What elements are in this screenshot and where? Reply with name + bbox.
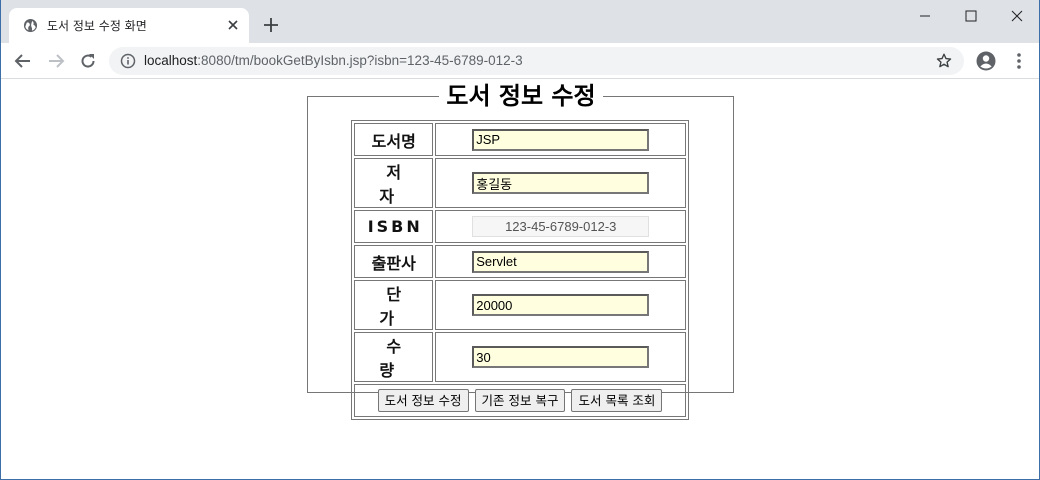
button-cell: 도서 정보 수정 기존 정보 복구 도서 목록 조회 xyxy=(354,384,686,417)
profile-icon[interactable] xyxy=(976,51,996,71)
plus-icon[interactable] xyxy=(263,17,279,33)
fieldset-top-right xyxy=(603,96,734,97)
quantity-input[interactable] xyxy=(472,346,650,368)
title-input[interactable] xyxy=(472,128,650,151)
reset-button[interactable]: 기존 정보 복구 xyxy=(474,389,566,412)
author-cell xyxy=(435,158,686,208)
author-input[interactable] xyxy=(472,172,650,194)
table-row: 도서 정보 수정 기존 정보 복구 도서 목록 조회 xyxy=(354,384,686,417)
address-bar[interactable]: localhost:8080/tm/bookGetByIsbn.jsp?isbn… xyxy=(109,47,964,75)
author-label: 저 자 xyxy=(354,158,434,208)
publisher-cell xyxy=(435,245,686,278)
price-cell xyxy=(435,280,686,330)
table-row: 도서명 xyxy=(354,123,686,156)
page-content: 도서 정보 수정 도서명 저 자 ISBN 출판사 xyxy=(1,80,1039,479)
table-row: 단 가 xyxy=(354,280,686,330)
isbn-label-text: ISBN xyxy=(367,217,423,236)
price-label-text: 단 가 xyxy=(379,285,416,328)
url-text: localhost:8080/tm/bookGetByIsbn.jsp?isbn… xyxy=(144,53,523,68)
back-arrow-icon[interactable] xyxy=(13,51,33,71)
tab-title: 도서 정보 수정 화면 xyxy=(47,19,147,33)
url-path: :8080/tm/bookGetByIsbn.jsp?isbn=123-45-6… xyxy=(197,53,523,68)
tab-bar: 도서 정보 수정 화면 xyxy=(1,0,1039,43)
table-row: 출판사 xyxy=(354,245,686,278)
isbn-label: ISBN xyxy=(354,210,434,243)
publisher-label: 출판사 xyxy=(354,245,434,278)
title-cell xyxy=(435,123,686,156)
publisher-input[interactable] xyxy=(472,250,650,273)
book-form-table: 도서명 저 자 ISBN 출판사 xyxy=(351,120,689,420)
table-row: 수 량 xyxy=(354,332,686,382)
close-window-icon[interactable] xyxy=(1007,6,1027,26)
isbn-field xyxy=(472,216,650,237)
star-icon[interactable] xyxy=(935,52,953,70)
quantity-label-text: 수 량 xyxy=(379,337,416,380)
close-icon[interactable] xyxy=(225,17,241,33)
quantity-cell xyxy=(435,332,686,382)
menu-icon[interactable] xyxy=(1009,51,1029,71)
globe-icon xyxy=(23,18,38,33)
form-title: 도서 정보 수정 xyxy=(446,82,596,110)
author-label-text: 저 자 xyxy=(379,163,416,206)
title-label: 도서명 xyxy=(354,123,434,156)
url-host: localhost xyxy=(144,53,198,68)
price-input[interactable] xyxy=(472,294,650,316)
table-row: ISBN xyxy=(354,210,686,243)
quantity-label: 수 량 xyxy=(354,332,434,382)
browser-window: 도서 정보 수정 화면 localhost:8080/tm/bookGetByI… xyxy=(0,0,1040,480)
update-book-button[interactable]: 도서 정보 수정 xyxy=(377,389,469,412)
active-tab[interactable]: 도서 정보 수정 화면 xyxy=(9,8,249,43)
isbn-cell xyxy=(435,210,686,243)
table-row: 저 자 xyxy=(354,158,686,208)
forward-arrow-icon[interactable] xyxy=(46,51,66,71)
info-icon[interactable] xyxy=(120,53,136,69)
reload-icon[interactable] xyxy=(78,51,98,71)
toolbar: localhost:8080/tm/bookGetByIsbn.jsp?isbn… xyxy=(1,43,1039,79)
fieldset-top-left xyxy=(307,96,439,97)
minimize-icon[interactable] xyxy=(915,6,935,26)
book-list-button[interactable]: 도서 목록 조회 xyxy=(571,389,663,412)
maximize-icon[interactable] xyxy=(961,6,981,26)
price-label: 단 가 xyxy=(354,280,434,330)
